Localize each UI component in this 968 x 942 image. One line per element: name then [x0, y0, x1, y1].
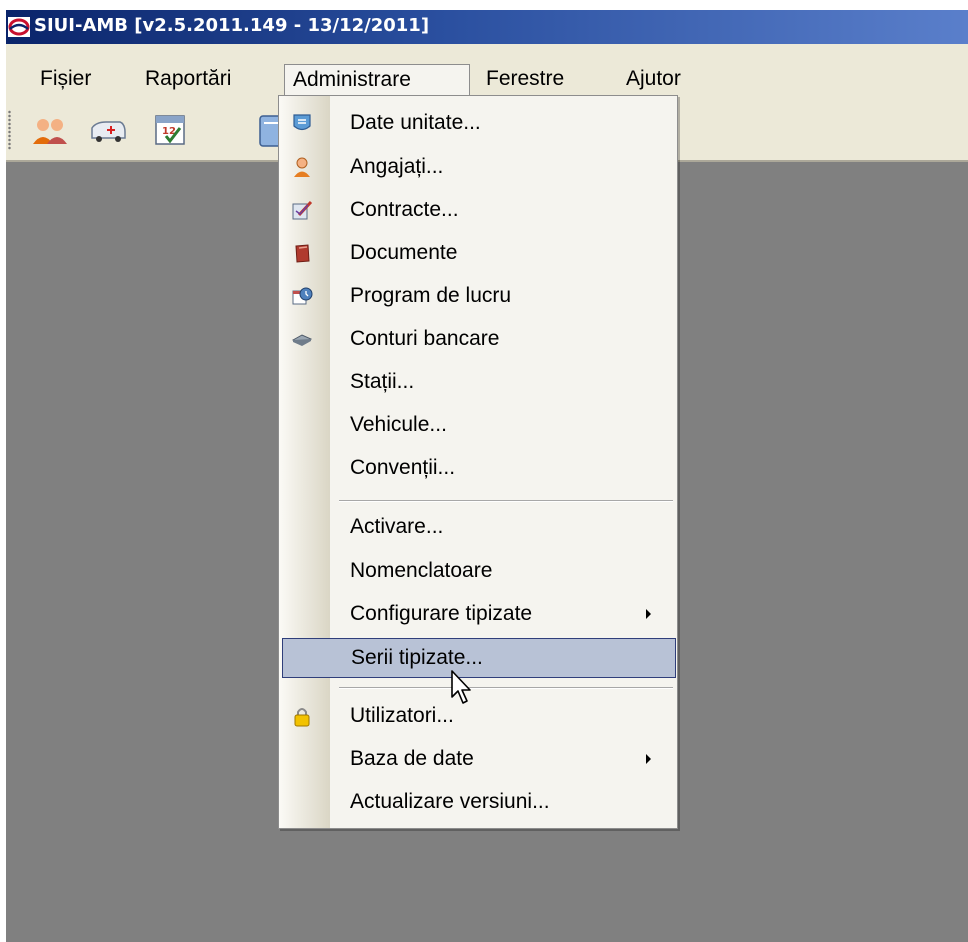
menu-item-label: Documente [350, 241, 458, 264]
menu-item-angajati[interactable]: Angajați... [279, 147, 677, 187]
menu-item-label: Actualizare versiuni... [350, 790, 550, 813]
users-button[interactable] [30, 110, 70, 150]
bank-accounts-icon [291, 334, 313, 346]
menu-item-label: Date unitate... [350, 111, 481, 134]
app-logo-icon [8, 17, 30, 37]
menu-item-label: Angajați... [350, 155, 444, 178]
toolbar-grip[interactable] [8, 110, 11, 150]
menu-item-vehicule[interactable]: Vehicule... [279, 405, 677, 445]
menu-item-label: Contracte... [350, 198, 459, 221]
menu-item-label: Stații... [350, 370, 415, 393]
menu-fisier[interactable]: Fișier [40, 64, 91, 96]
menu-item-label: Configurare tipizate [350, 602, 533, 625]
menu-item-label: Nomenclatoare [350, 559, 493, 582]
menu-administrare[interactable]: Administrare [284, 64, 470, 96]
submenu-arrow-icon [646, 609, 651, 619]
menu-item-label: Baza de date [350, 747, 474, 770]
menu-item-conventii[interactable]: Convenții... [279, 448, 677, 488]
menu-separator [339, 687, 673, 689]
menu-bar: Fișier Raportări Administrare Ferestre A… [6, 44, 968, 100]
employee-icon [294, 157, 310, 177]
menu-item-actualizare-versiuni[interactable]: Actualizare versiuni... [279, 782, 677, 822]
menu-item-label: Utilizatori... [350, 704, 454, 727]
calendar-icon: 12 [155, 115, 185, 145]
work-schedule-icon [292, 287, 313, 305]
menu-item-label: Convenții... [350, 456, 456, 479]
calendar-button[interactable]: 12 [150, 110, 190, 150]
menu-raportari[interactable]: Raportări [145, 64, 231, 96]
document-icon [259, 115, 278, 147]
window-title: SIUI-AMB [v2.5.2011.149 - 13/12/2011] [34, 15, 430, 36]
documents-icon [295, 244, 310, 263]
menu-item-program-de-lucru[interactable]: Program de lucru [279, 276, 677, 316]
ambulance-button[interactable] [88, 110, 128, 150]
submenu-arrow-icon [646, 754, 651, 764]
menu-ferestre[interactable]: Ferestre [486, 64, 564, 96]
menu-ajutor[interactable]: Ajutor [626, 64, 681, 96]
menu-item-conturi-bancare[interactable]: Conturi bancare [279, 319, 677, 359]
menu-item-label: Vehicule... [350, 413, 447, 436]
menu-item-activare[interactable]: Activare... [279, 507, 677, 547]
menu-item-statii[interactable]: Stații... [279, 362, 677, 402]
menu-item-documente[interactable]: Documente [279, 233, 677, 273]
menu-item-utilizatori[interactable]: Utilizatori... [279, 696, 677, 736]
menu-item-label: Activare... [350, 515, 444, 538]
mouse-pointer-icon [451, 670, 471, 704]
menu-item-label: Program de lucru [350, 284, 512, 307]
lock-icon [294, 708, 310, 727]
users-icon [33, 119, 67, 144]
contract-icon [292, 200, 313, 220]
title-bar[interactable]: SIUI-AMB [v2.5.2011.149 - 13/12/2011] [6, 10, 968, 44]
menu-item-serii-tipizate[interactable]: Serii tipizate... [282, 638, 676, 678]
menu-separator [339, 500, 673, 502]
menu-item-baza-de-date[interactable]: Baza de date [279, 739, 677, 779]
menu-item-nomenclatoare[interactable]: Nomenclatoare [279, 551, 677, 591]
administrare-dropdown-menu: Date unitate... Angajați... Contracte...… [278, 95, 678, 829]
menu-item-contracte[interactable]: Contracte... [279, 190, 677, 230]
unit-data-icon [293, 114, 311, 131]
ambulance-icon [91, 121, 126, 142]
menu-item-date-unitate[interactable]: Date unitate... [279, 103, 677, 143]
menu-item-label: Conturi bancare [350, 327, 500, 350]
document-button[interactable] [254, 110, 278, 150]
menu-item-configurare-tipizate[interactable]: Configurare tipizate [279, 594, 677, 634]
